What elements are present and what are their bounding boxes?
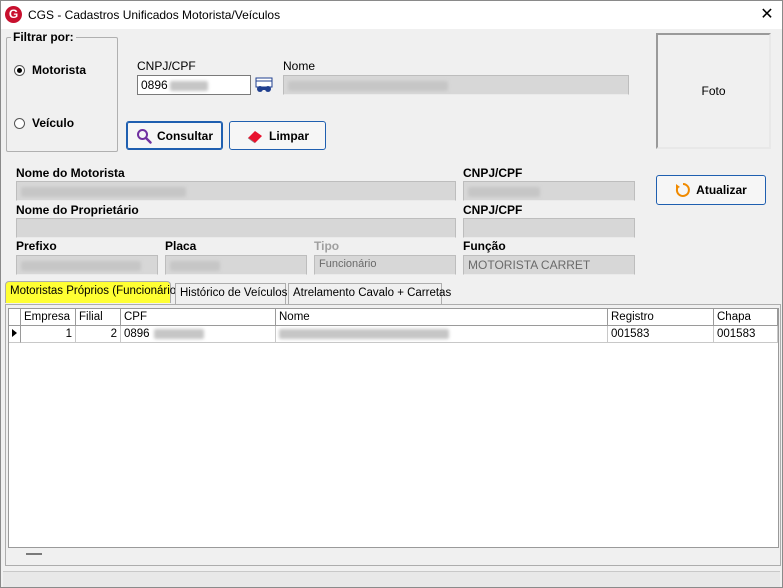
placa-label: Placa bbox=[165, 239, 197, 253]
limpar-label: Limpar bbox=[268, 128, 309, 143]
redacted-text bbox=[21, 260, 141, 271]
filter-legend: Filtrar por: bbox=[11, 30, 76, 44]
cnpj-search-input[interactable]: 0896 bbox=[137, 75, 251, 95]
close-button[interactable]: ✕ bbox=[756, 4, 778, 26]
table-cell-empresa[interactable]: 1 bbox=[21, 326, 76, 343]
tipo-label: Tipo bbox=[314, 239, 340, 253]
cnpj-motorista-field bbox=[463, 181, 635, 201]
redacted-text bbox=[21, 186, 186, 197]
prefixo-label: Prefixo bbox=[16, 239, 57, 253]
cnpj-proprietario-label: CNPJ/CPF bbox=[463, 203, 523, 217]
atualizar-button[interactable]: Atualizar bbox=[656, 175, 766, 205]
data-grid[interactable]: Empresa Filial CPF Nome Registro Chapa 1… bbox=[8, 308, 779, 548]
cnpj-proprietario-field bbox=[463, 218, 635, 238]
title-bar: G CGS - Cadastros Unificados Motorista/V… bbox=[1, 1, 782, 29]
redacted-text bbox=[169, 80, 208, 91]
table-cell-cpf-value: 0896 bbox=[124, 328, 150, 340]
prefixo-field bbox=[16, 255, 158, 275]
refresh-icon bbox=[676, 183, 691, 197]
app-logo-icon: G bbox=[5, 6, 22, 23]
radio-motorista-label[interactable]: Motorista bbox=[32, 63, 86, 77]
row-indicator[interactable] bbox=[9, 326, 21, 343]
tab-atrelamento[interactable]: Atrelamento Cavalo + Carretas bbox=[288, 283, 451, 305]
atualizar-label: Atualizar bbox=[696, 183, 747, 197]
table-cell-chapa[interactable]: 001583 bbox=[714, 326, 778, 343]
grid-splitter[interactable] bbox=[26, 553, 42, 555]
eraser-icon bbox=[247, 130, 262, 143]
consultar-button[interactable]: Consultar bbox=[126, 121, 223, 150]
limpar-button[interactable]: Limpar bbox=[229, 121, 326, 150]
radio-veiculo-label[interactable]: Veículo bbox=[32, 116, 74, 130]
photo-frame: Foto bbox=[656, 33, 771, 149]
table-cell-registro[interactable]: 001583 bbox=[608, 326, 714, 343]
name-search-input[interactable] bbox=[283, 75, 629, 95]
redacted-text bbox=[468, 186, 540, 197]
cnpj-motorista-label: CNPJ/CPF bbox=[463, 166, 523, 180]
funcao-field: MOTORISTA CARRET bbox=[463, 255, 635, 275]
name-search-label: Nome bbox=[283, 59, 316, 73]
tab-motoristas-proprios[interactable]: Motoristas Próprios (Funcionários) bbox=[5, 281, 186, 303]
redacted-text bbox=[288, 80, 448, 91]
nome-proprietario-label: Nome do Proprietário bbox=[16, 203, 139, 217]
col-header-registro[interactable]: Registro bbox=[608, 309, 714, 326]
tab-panel: Empresa Filial CPF Nome Registro Chapa 1… bbox=[5, 304, 781, 566]
cnpj-search-value: 0896 bbox=[141, 78, 168, 92]
nome-motorista-field bbox=[16, 181, 456, 201]
redacted-text bbox=[279, 328, 449, 339]
magnifier-icon bbox=[136, 128, 152, 144]
row-pointer-icon bbox=[12, 329, 17, 337]
redacted-text bbox=[153, 328, 204, 339]
grid-header-indicator bbox=[9, 309, 21, 326]
table-cell-nome[interactable] bbox=[276, 326, 608, 343]
col-header-cpf[interactable]: CPF bbox=[121, 309, 276, 326]
nome-proprietario-field bbox=[16, 218, 456, 238]
tipo-field: Funcionário bbox=[314, 255, 456, 275]
table-cell-filial[interactable]: 2 bbox=[76, 326, 121, 343]
table-cell-cpf[interactable]: 0896 bbox=[121, 326, 276, 343]
tab-historico-veiculos[interactable]: Histórico de Veículos bbox=[175, 283, 287, 305]
col-header-filial[interactable]: Filial bbox=[76, 309, 121, 326]
radio-motorista[interactable] bbox=[14, 65, 25, 76]
col-header-chapa[interactable]: Chapa bbox=[714, 309, 778, 326]
cnpj-search-label: CNPJ/CPF bbox=[137, 59, 196, 73]
col-header-nome[interactable]: Nome bbox=[276, 309, 608, 326]
placa-field bbox=[165, 255, 307, 275]
consultar-label: Consultar bbox=[156, 128, 213, 143]
binoculars-search-icon[interactable] bbox=[255, 77, 273, 93]
filter-group bbox=[6, 37, 118, 152]
status-bar bbox=[3, 571, 780, 587]
col-header-empresa[interactable]: Empresa bbox=[21, 309, 76, 326]
window-title: CGS - Cadastros Unificados Motorista/Veí… bbox=[28, 8, 281, 22]
nome-motorista-label: Nome do Motorista bbox=[16, 166, 125, 180]
funcao-label: Função bbox=[463, 239, 506, 253]
photo-label: Foto bbox=[701, 84, 726, 98]
redacted-text bbox=[170, 260, 220, 271]
radio-veiculo[interactable] bbox=[14, 118, 25, 129]
main-window: G CGS - Cadastros Unificados Motorista/V… bbox=[0, 0, 783, 588]
